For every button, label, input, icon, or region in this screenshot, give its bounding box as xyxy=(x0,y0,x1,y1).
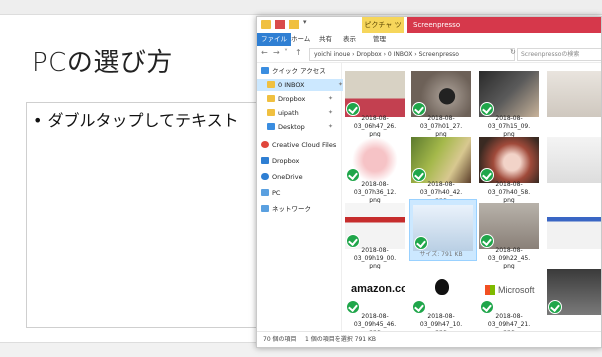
onedrive-icon xyxy=(261,173,269,180)
folder-icon xyxy=(261,20,271,29)
file-name[interactable]: 2018-08-03_07h01_27. png xyxy=(409,115,473,139)
file-name[interactable]: 2018-08-03_07h36_12. png xyxy=(343,181,407,205)
pin-icon: ✦ xyxy=(327,123,333,130)
sync-check-icon xyxy=(480,168,494,182)
microsoft-logo-icon xyxy=(485,285,495,295)
up-arrow-icon[interactable]: ↑ xyxy=(295,48,302,57)
file-name[interactable]: 2018-08-03_09h47_10.png xyxy=(409,313,473,331)
nav-pc[interactable]: PC xyxy=(261,187,280,199)
amazon-logo-text: amazon.com xyxy=(351,283,405,295)
dropbox-icon xyxy=(261,157,269,164)
file-thumbnail[interactable] xyxy=(411,71,471,117)
file-thumbnail[interactable]: amazon.com xyxy=(345,269,405,315)
slide-text-placeholder[interactable]: • ダブルタップしてテキスト xyxy=(26,102,268,328)
file-name[interactable]: 2018-08-03_06h47_26. png xyxy=(343,115,407,139)
file-thumbnail[interactable] xyxy=(345,71,405,117)
file-name[interactable]: 2018-08-03_09h47_21.png xyxy=(477,313,541,331)
picture-tools-tab[interactable]: ピクチャ ツール xyxy=(362,17,404,45)
tab-manage[interactable]: 管理 xyxy=(369,33,390,46)
nav-quick-access[interactable]: クイック アクセス xyxy=(261,65,326,77)
window-title: Screenpresso xyxy=(409,17,465,33)
file-name[interactable]: 2018-08-03_09h45_46.png xyxy=(343,313,407,331)
pc-icon xyxy=(261,189,269,196)
slide-bullet-text[interactable]: • ダブルタップしてテキスト xyxy=(33,107,239,131)
microsoft-logo-text: Microsoft xyxy=(498,285,535,295)
ribbon-tabs: ファイル ホーム 共有 表示 管理 xyxy=(257,33,601,47)
tab-file[interactable]: ファイル xyxy=(257,33,291,46)
file-name[interactable]: 2018-08-03_07h40_58. png xyxy=(477,181,541,205)
nav-0-inbox[interactable]: 0 INBOX ✦ xyxy=(257,79,347,91)
nav-network[interactable]: ネットワーク xyxy=(261,203,311,215)
file-name[interactable]: 2018-08-03_09h19_00. png xyxy=(343,247,407,271)
nav-uipath[interactable]: uipath ✦ xyxy=(267,107,337,119)
folder-icon xyxy=(267,95,275,102)
new-folder-icon[interactable] xyxy=(289,20,299,29)
nav-creative-cloud[interactable]: Creative Cloud Files xyxy=(261,139,336,151)
address-bar-row: ← → ˅ ↑ yoichi inoue › Dropbox › 0 INBOX… xyxy=(257,46,601,63)
creative-cloud-icon xyxy=(261,141,269,148)
desktop-icon xyxy=(267,123,275,130)
explorer-titlebar[interactable]: ▾ ピクチャ ツール Screenpresso xyxy=(257,17,601,45)
sync-check-icon xyxy=(414,236,428,250)
quick-access-dropdown-icon[interactable]: ▾ xyxy=(303,18,311,27)
file-thumbnail[interactable] xyxy=(345,137,405,183)
slide-title[interactable]: PCの選び方 xyxy=(32,42,173,79)
tab-view[interactable]: 表示 xyxy=(339,33,360,46)
forward-arrow-icon[interactable]: → xyxy=(273,48,280,57)
status-bar: 70 個の項目 1 個の項目を選択 791 KB xyxy=(257,331,601,347)
sync-check-icon xyxy=(548,300,562,314)
file-thumbnail[interactable] xyxy=(345,203,405,249)
file-thumbnail[interactable] xyxy=(479,71,539,117)
tab-home[interactable]: ホーム xyxy=(287,33,314,46)
sync-check-icon xyxy=(412,300,426,314)
star-icon xyxy=(261,67,269,74)
address-field[interactable]: yoichi inoue › Dropbox › 0 INBOX › Scree… xyxy=(309,48,515,61)
sync-check-icon xyxy=(480,234,494,248)
selection-info: 1 個の項目を選択 791 KB xyxy=(305,336,377,343)
quick-access-properties-icon[interactable] xyxy=(275,20,285,29)
file-thumbnail[interactable] xyxy=(547,137,601,183)
file-thumbnail[interactable] xyxy=(411,269,471,315)
back-arrow-icon[interactable]: ← xyxy=(261,48,268,57)
sync-check-icon xyxy=(346,234,360,248)
refresh-icon[interactable]: ↻ xyxy=(510,48,516,56)
folder-icon xyxy=(267,109,275,116)
tab-share[interactable]: 共有 xyxy=(315,33,336,46)
file-thumbnail[interactable] xyxy=(547,203,601,249)
apple-logo-icon xyxy=(435,279,449,295)
navigation-pane: クイック アクセス 0 INBOX ✦ Dropbox ✦ uipath ✦ Desk… xyxy=(257,63,347,331)
sync-check-icon xyxy=(346,102,360,116)
file-explorer-window[interactable]: ▾ ピクチャ ツール Screenpresso ファイル ホーム 共有 表示 管… xyxy=(256,16,602,348)
file-thumbnail[interactable] xyxy=(479,203,539,249)
recent-dropdown-icon[interactable]: ˅ xyxy=(284,48,288,57)
search-input[interactable]: Screenpressoの検索 xyxy=(517,48,601,61)
sync-check-icon xyxy=(412,168,426,182)
sync-check-icon xyxy=(480,102,494,116)
file-name[interactable]: 2018-08-03_07h15_09. png xyxy=(477,115,541,139)
slide-toolbar-strip xyxy=(0,0,602,15)
selected-file-thumbnail[interactable] xyxy=(413,205,473,251)
nav-onedrive[interactable]: OneDrive xyxy=(261,171,303,183)
nav-dropbox-pinned[interactable]: Dropbox ✦ xyxy=(267,93,337,105)
network-icon xyxy=(261,205,269,212)
file-thumbnail[interactable] xyxy=(479,137,539,183)
file-thumbnail[interactable]: Microsoft xyxy=(479,269,539,315)
pin-icon: ✦ xyxy=(327,109,333,116)
sync-check-icon xyxy=(480,300,494,314)
pin-icon: ✦ xyxy=(327,95,333,102)
file-name[interactable]: 2018-08-03_09h22_45. png xyxy=(477,247,541,271)
file-size-tooltip: サイズ: 791 KB xyxy=(419,251,463,258)
nav-dropbox[interactable]: Dropbox xyxy=(261,155,299,167)
file-thumbnail[interactable] xyxy=(547,71,601,117)
sync-check-icon xyxy=(346,168,360,182)
file-thumbnail[interactable] xyxy=(411,137,471,183)
sync-check-icon xyxy=(346,300,360,314)
file-grid: 2018-08-03_06h47_26. png 2018-08-03_07h01… xyxy=(343,63,601,331)
file-thumbnail[interactable] xyxy=(547,269,601,315)
folder-icon xyxy=(267,81,275,88)
nav-desktop[interactable]: Desktop ✦ xyxy=(267,121,337,133)
item-count: 70 個の項目 xyxy=(263,336,297,343)
sync-check-icon xyxy=(412,102,426,116)
